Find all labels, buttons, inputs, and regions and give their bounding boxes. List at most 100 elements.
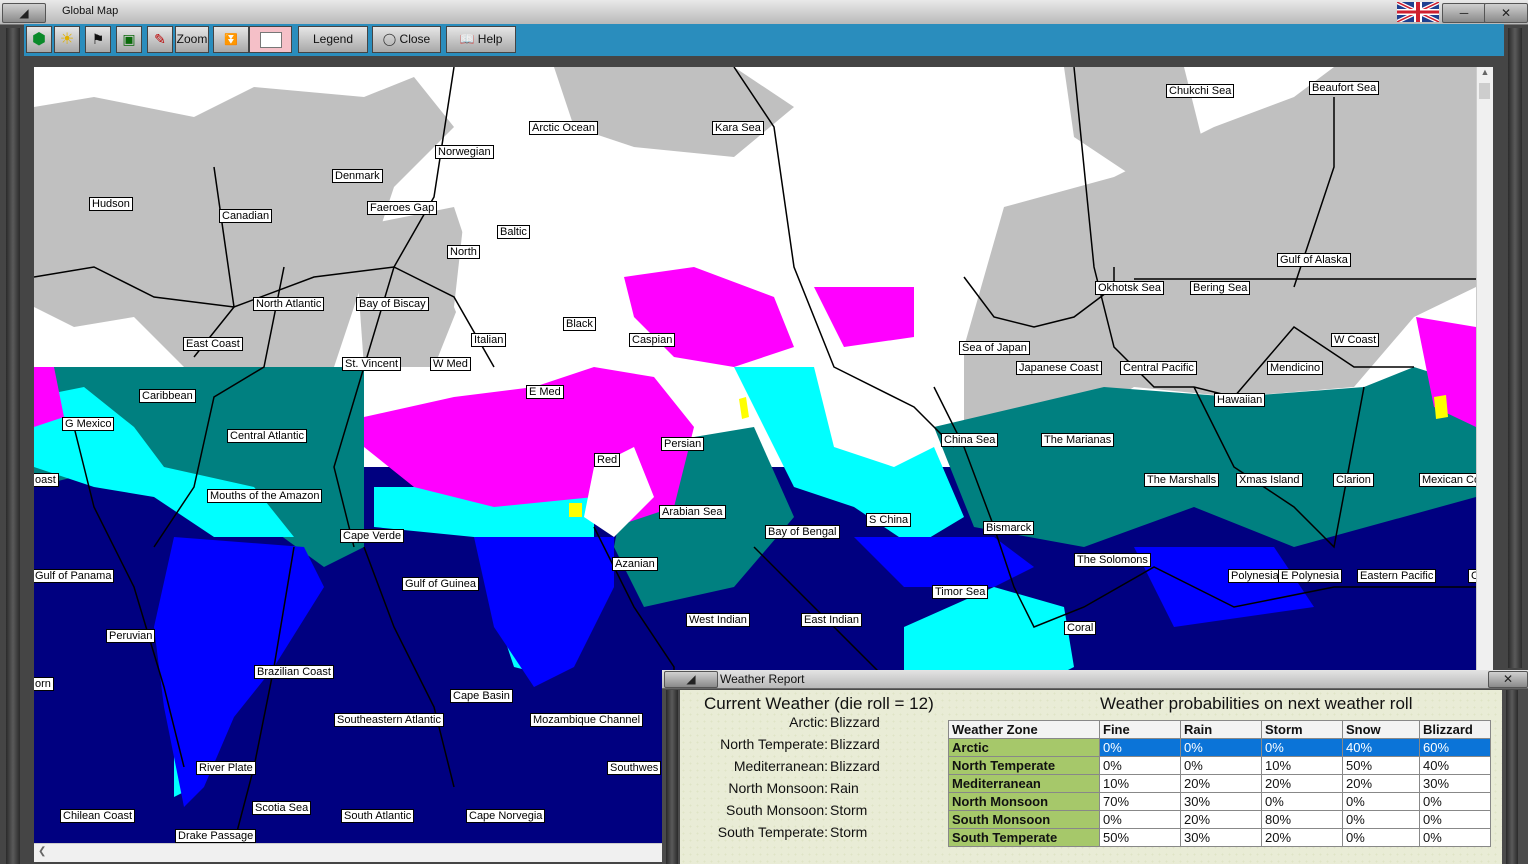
label-southwest[interactable]: Southwes	[607, 761, 662, 775]
label-east-coast[interactable]: East Coast	[183, 337, 243, 351]
label-cape-norvegia[interactable]: Cape Norvegia	[466, 809, 546, 823]
label-chilean-coast[interactable]: Chilean Coast	[60, 809, 136, 823]
table-row-north-temperate[interactable]: North Temperate 0% 0% 10% 50% 40%	[948, 756, 1491, 775]
label-river-plate[interactable]: River Plate	[196, 761, 256, 775]
legend-button[interactable]: Legend	[298, 26, 368, 53]
label-black[interactable]: Black	[563, 317, 596, 331]
label-north-atlantic[interactable]: North Atlantic	[253, 297, 325, 311]
label-st-vincent[interactable]: St. Vincent	[342, 357, 401, 371]
minimize-button[interactable]: ─	[1442, 3, 1486, 23]
label-peruvian[interactable]: Peruvian	[106, 629, 156, 643]
label-w-med[interactable]: W Med	[430, 357, 471, 371]
label-hudson[interactable]: Hudson	[89, 197, 133, 211]
label-mozambique-channel[interactable]: Mozambique Channel	[530, 713, 644, 727]
nation-flag-button[interactable]	[249, 26, 292, 53]
label-west-indian[interactable]: West Indian	[686, 613, 750, 627]
marker-toggle-button[interactable]: ✎	[147, 26, 173, 53]
label-cape-verde[interactable]: Cape Verde	[340, 529, 405, 543]
label-azanian[interactable]: Azanian	[612, 557, 658, 571]
flag-toggle-button[interactable]: ⚑	[85, 26, 111, 53]
label-brazilian-coast[interactable]: Brazilian Coast	[254, 665, 334, 679]
unit-toggle-button[interactable]: ⬢	[26, 26, 52, 53]
label-bay-of-bengal[interactable]: Bay of Bengal	[765, 525, 840, 539]
zoom-button[interactable]: Zoom	[175, 26, 209, 53]
label-red[interactable]: Red	[594, 453, 621, 467]
help-button[interactable]: 📖 Help	[446, 26, 516, 53]
label-north[interactable]: North	[447, 245, 480, 259]
label-hawaiian[interactable]: Hawaiian	[1214, 393, 1266, 407]
label-china-sea[interactable]: China Sea	[941, 433, 999, 447]
yellow-spot-1	[739, 397, 749, 419]
label-clarion[interactable]: Clarion	[1333, 473, 1374, 487]
label-bismarck[interactable]: Bismarck	[983, 521, 1035, 535]
label-south-atlantic[interactable]: South Atlantic	[341, 809, 415, 823]
label-italian[interactable]: Italian	[471, 333, 507, 347]
label-mexican-coast[interactable]: Mexican Co	[1419, 473, 1476, 487]
window-menu-button[interactable]: ◢	[2, 3, 46, 23]
label-scotia-sea[interactable]: Scotia Sea	[252, 801, 312, 815]
label-central-pacific[interactable]: Central Pacific	[1120, 361, 1197, 375]
label-polynesia[interactable]: Polynesia	[1228, 569, 1282, 583]
label-caribbean[interactable]: Caribbean	[139, 389, 196, 403]
label-okhotsk-sea[interactable]: Okhotsk Sea	[1095, 281, 1164, 295]
label-central-atlantic[interactable]: Central Atlantic	[227, 429, 307, 443]
label-coral[interactable]: Coral	[1064, 621, 1097, 635]
scroll-left-arrow-icon[interactable]: ❮	[38, 846, 46, 857]
label-the-marshalls[interactable]: The Marshalls	[1144, 473, 1220, 487]
label-e-med[interactable]: E Med	[526, 385, 564, 399]
label-kara-sea[interactable]: Kara Sea	[712, 121, 764, 135]
label-arabian-sea[interactable]: Arabian Sea	[659, 505, 726, 519]
label-e-polynesia[interactable]: E Polynesia	[1278, 569, 1343, 583]
table-row-mediterranean[interactable]: Mediterranean 10% 20% 20% 20% 30%	[948, 774, 1491, 793]
uk-flag-icon[interactable]	[1397, 2, 1439, 22]
label-horn[interactable]: orn	[34, 677, 54, 691]
label-mendicino[interactable]: Mendicino	[1267, 361, 1324, 375]
label-timor-sea[interactable]: Timor Sea	[932, 585, 989, 599]
label-the-solomons[interactable]: The Solomons	[1074, 553, 1151, 567]
label-gulf-of-alaska[interactable]: Gulf of Alaska	[1277, 253, 1351, 267]
label-s-china[interactable]: S China	[866, 513, 912, 527]
table-row-south-temperate[interactable]: South Temperate 50% 30% 20% 0% 0%	[948, 828, 1491, 847]
table-row-south-monsoon[interactable]: South Monsoon 0% 20% 80% 0% 0%	[948, 810, 1491, 829]
ships-button[interactable]: ⏬	[213, 26, 249, 53]
label-coast-west[interactable]: oast	[34, 473, 59, 487]
panel-menu-button[interactable]: ◢	[664, 671, 718, 688]
label-east-indian[interactable]: East Indian	[801, 613, 863, 627]
close-button[interactable]: ◯ Close	[372, 26, 441, 53]
label-gulf-of-panama[interactable]: Gulf of Panama	[34, 569, 115, 583]
label-g-mexico[interactable]: G Mexico	[62, 417, 115, 431]
label-faeroes-gap[interactable]: Faeroes Gap	[367, 201, 438, 215]
label-the-marianas[interactable]: The Marianas	[1041, 433, 1115, 447]
label-caspian[interactable]: Caspian	[629, 333, 676, 347]
label-bay-of-biscay[interactable]: Bay of Biscay	[356, 297, 429, 311]
label-cape-basin[interactable]: Cape Basin	[450, 689, 513, 703]
label-sea-of-japan[interactable]: Sea of Japan	[959, 341, 1030, 355]
label-persian[interactable]: Persian	[661, 437, 705, 451]
panel-close-button[interactable]: ✕	[1488, 671, 1528, 688]
label-xmas-island[interactable]: Xmas Island	[1236, 473, 1303, 487]
label-denmark[interactable]: Denmark	[332, 169, 383, 183]
label-southeastern-atlantic[interactable]: Southeastern Atlantic	[334, 713, 444, 727]
scroll-up-arrow-icon[interactable]: ▲	[1477, 67, 1493, 77]
close-window-button[interactable]: ✕	[1484, 3, 1528, 23]
label-arctic-ocean[interactable]: Arctic Ocean	[529, 121, 598, 135]
supply-toggle-button[interactable]: ▣	[116, 26, 142, 53]
label-canadian[interactable]: Canadian	[219, 209, 273, 223]
horizontal-scrollbar[interactable]: ❮	[34, 843, 664, 862]
label-bering-sea[interactable]: Bering Sea	[1190, 281, 1251, 295]
table-row-north-monsoon[interactable]: North Monsoon 70% 30% 0% 0% 0%	[948, 792, 1491, 811]
table-row-arctic[interactable]: Arctic 0% 0% 0% 40% 60%	[948, 738, 1491, 757]
label-w-coast[interactable]: W Coast	[1331, 333, 1380, 347]
label-gulf-of-guinea[interactable]: Gulf of Guinea	[402, 577, 479, 591]
label-norwegian[interactable]: Norwegian	[435, 145, 494, 159]
vertical-scroll-thumb[interactable]	[1479, 83, 1490, 99]
label-c-edge[interactable]: C	[1468, 569, 1476, 583]
label-eastern-pacific[interactable]: Eastern Pacific	[1357, 569, 1437, 583]
label-chukchi-sea[interactable]: Chukchi Sea	[1166, 84, 1235, 98]
label-beaufort-sea[interactable]: Beaufort Sea	[1309, 81, 1380, 95]
label-mouths-of-the-amazon[interactable]: Mouths of the Amazon	[207, 489, 323, 503]
label-baltic[interactable]: Baltic	[497, 225, 530, 239]
weather-toggle-button[interactable]: ☀	[54, 26, 80, 53]
label-japanese-coast[interactable]: Japanese Coast	[1016, 361, 1102, 375]
label-drake-passage[interactable]: Drake Passage	[175, 829, 257, 843]
